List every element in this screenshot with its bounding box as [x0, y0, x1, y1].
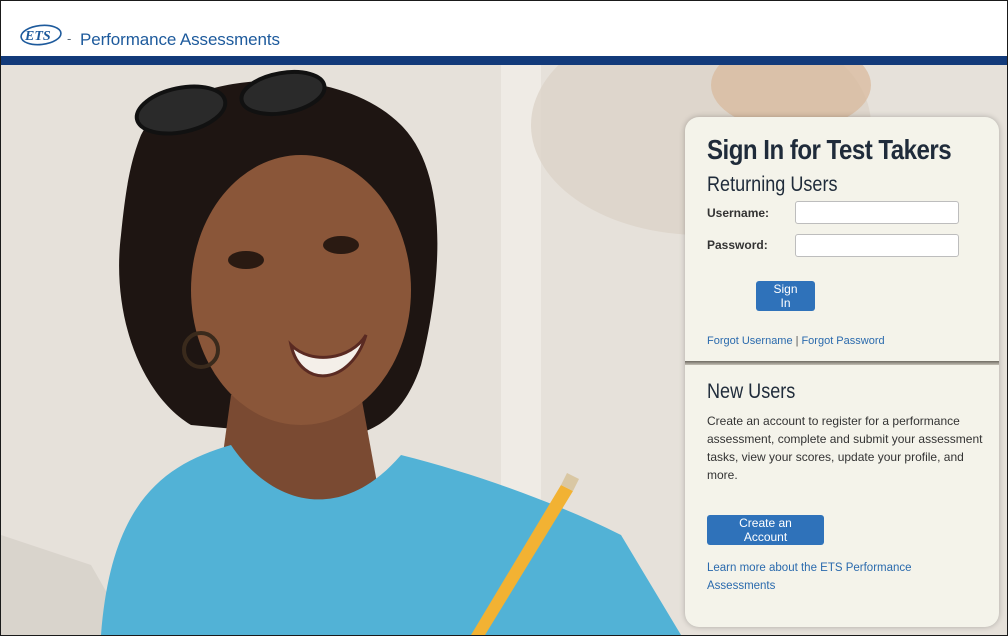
- signin-title: Sign In for Test Takers: [707, 134, 952, 165]
- ets-logo[interactable]: ETS: [20, 24, 64, 46]
- brand-name[interactable]: Performance Assessments: [80, 30, 280, 50]
- section-divider: [685, 361, 999, 365]
- face-shape: [191, 155, 411, 425]
- ets-logo-text: ETS: [24, 29, 51, 44]
- password-input[interactable]: [795, 234, 959, 257]
- header-rule: [1, 56, 1007, 65]
- brand-separator: -: [67, 31, 72, 46]
- site-header: ETS - Performance Assessments: [1, 1, 1007, 56]
- returning-users-heading: Returning Users: [707, 173, 838, 196]
- signin-button[interactable]: Sign In: [756, 281, 815, 311]
- username-label: Username:: [707, 206, 770, 220]
- learn-more-link[interactable]: Learn more about the ETS Performance Ass…: [707, 559, 977, 595]
- forgot-links: Forgot Username | Forgot Password: [707, 335, 885, 347]
- password-label: Password:: [707, 238, 768, 252]
- page-frame: ETS - Performance Assessments Sign In fo…: [0, 0, 1008, 636]
- create-account-button[interactable]: Create an Account: [707, 515, 824, 545]
- new-users-heading: New Users: [707, 380, 796, 403]
- forgot-password-link[interactable]: Forgot Password: [801, 335, 884, 347]
- new-users-description: Create an account to register for a perf…: [707, 414, 983, 482]
- username-input[interactable]: [795, 201, 959, 224]
- forgot-username-link[interactable]: Forgot Username: [707, 335, 793, 347]
- signin-card: Sign In for Test Takers Returning Users …: [685, 117, 999, 627]
